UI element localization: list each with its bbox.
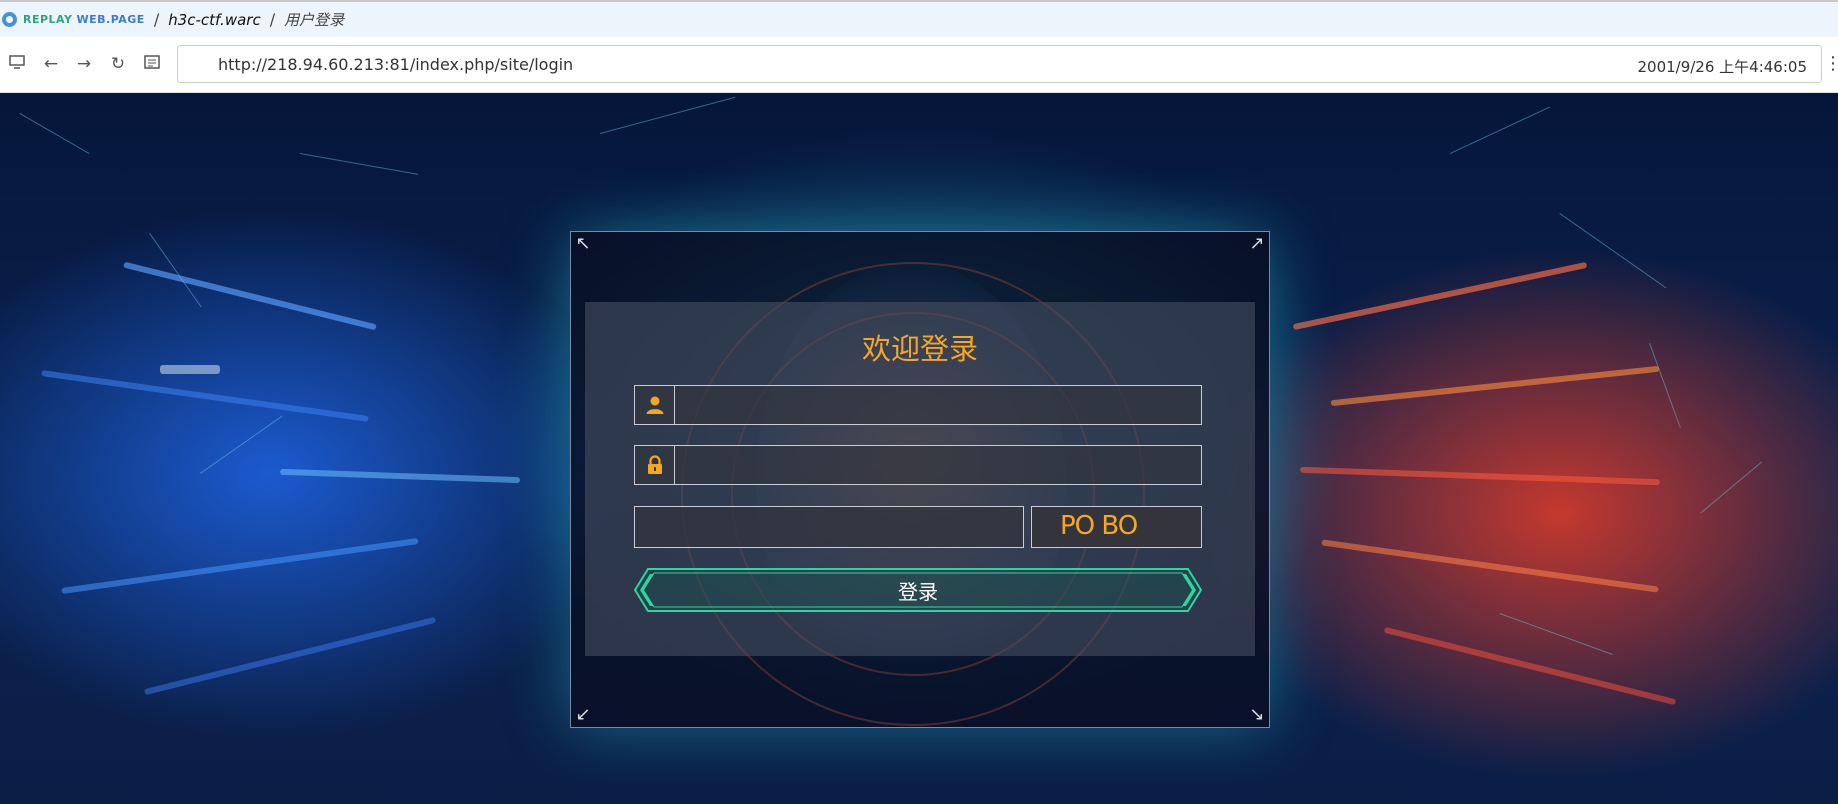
replay-logo-icon	[2, 12, 17, 27]
login-card: ↖ ↗ ↙ ↘ 欢迎登录 PO BO 登录	[570, 231, 1270, 728]
network-line	[1559, 213, 1667, 289]
username-field[interactable]	[634, 385, 1202, 425]
user-icon	[635, 386, 675, 424]
network-line	[299, 153, 419, 175]
back-arrow-icon[interactable]: ←	[40, 53, 62, 75]
username-input[interactable]	[677, 390, 1197, 422]
network-line	[600, 96, 736, 134]
breadcrumb-separator: /	[153, 10, 160, 29]
password-input[interactable]	[677, 450, 1197, 482]
corner-arrow-icon: ↗	[1249, 233, 1265, 254]
more-options-icon[interactable]: ⋮	[1824, 53, 1838, 74]
login-button[interactable]: 登录	[634, 568, 1202, 612]
lock-icon	[635, 446, 675, 484]
replay-breadcrumb-bar: REPLAY WEB.PAGE / h3c-ctf.warc / 用户登录	[0, 0, 1838, 37]
decorative-streak	[279, 468, 521, 484]
login-title: 欢迎登录	[861, 332, 978, 366]
breadcrumb-file[interactable]: h3c-ctf.warc	[168, 11, 261, 29]
corner-arrow-icon: ↙	[575, 704, 591, 725]
navigation-bar: ← → ↻ http://218.94.60.213:81/index.php/…	[0, 37, 1838, 93]
monitor-icon[interactable]	[6, 53, 28, 75]
breadcrumb-separator: /	[269, 10, 276, 29]
url-input[interactable]: http://218.94.60.213:81/index.php/site/l…	[177, 45, 1822, 83]
network-line	[19, 113, 90, 154]
login-page-background: ↖ ↗ ↙ ↘ 欢迎登录 PO BO 登录	[0, 93, 1838, 804]
captcha-image[interactable]: PO BO	[1031, 506, 1202, 548]
brand-replay[interactable]: REPLAY	[23, 13, 72, 26]
decorative-streak	[61, 537, 419, 595]
corner-arrow-icon: ↖	[575, 233, 591, 254]
decorative-streak	[1330, 365, 1660, 407]
decorative-streak	[1321, 539, 1659, 593]
breadcrumb-page-title: 用户登录	[284, 11, 345, 29]
decorative-streak	[160, 365, 220, 374]
password-field[interactable]	[634, 445, 1202, 485]
login-button-label: 登录	[898, 579, 938, 604]
login-form-panel: 欢迎登录 PO BO 登录	[585, 302, 1255, 656]
network-line	[1700, 461, 1762, 514]
decorative-streak	[41, 370, 369, 422]
network-line	[1450, 106, 1551, 154]
reload-icon[interactable]: ↻	[107, 53, 129, 75]
capture-timestamp: 2001/9/26 上午4:46:05	[1637, 58, 1807, 76]
network-line	[1499, 613, 1613, 655]
network-line	[200, 415, 283, 474]
decorative-streak	[1383, 626, 1677, 706]
brand-web-page[interactable]: WEB.PAGE	[76, 13, 144, 26]
corner-arrow-icon: ↘	[1249, 704, 1265, 725]
forward-arrow-icon[interactable]: →	[73, 53, 95, 75]
network-line	[1649, 343, 1681, 428]
url-text[interactable]: http://218.94.60.213:81/index.php/site/l…	[218, 55, 573, 74]
decorative-streak	[143, 616, 437, 696]
page-info-icon[interactable]	[141, 53, 163, 75]
decorative-streak	[1292, 261, 1588, 331]
decorative-streak	[1300, 466, 1660, 486]
captcha-input[interactable]	[634, 506, 1024, 548]
decorative-streak	[123, 261, 377, 331]
